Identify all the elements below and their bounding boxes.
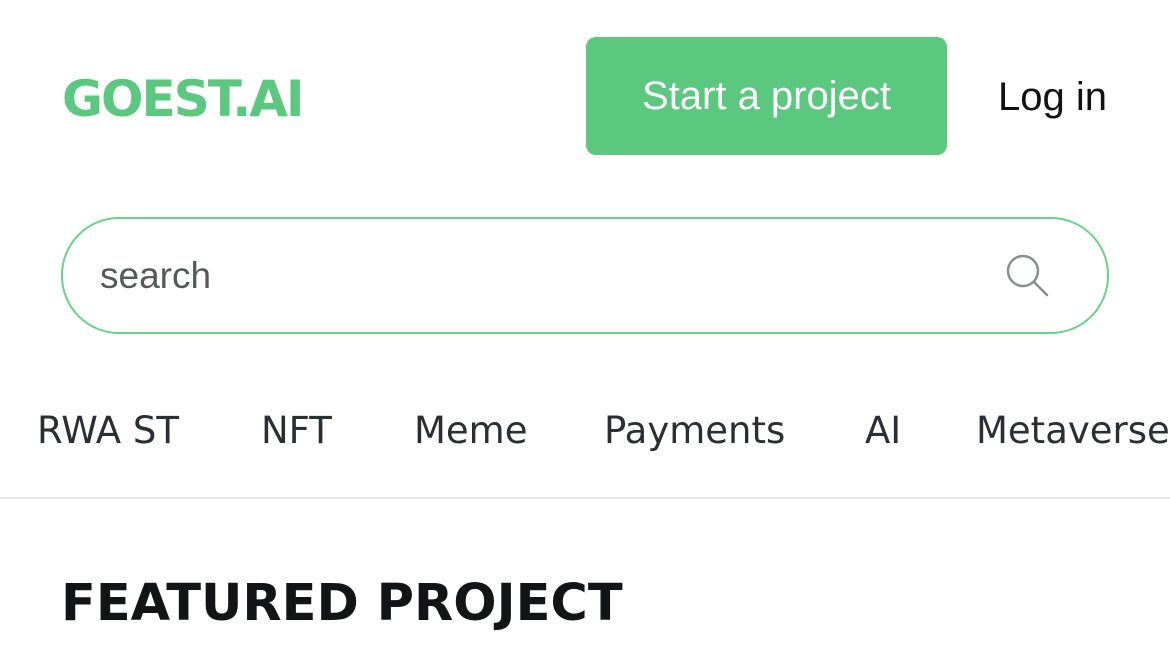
login-link[interactable]: Log in [998, 62, 1107, 132]
category-tab-metaverse[interactable]: Metaverse [976, 400, 1170, 462]
search-input[interactable] [100, 245, 1001, 306]
category-tab-payments[interactable]: Payments [604, 400, 785, 462]
category-tab-ai[interactable]: AI [865, 400, 901, 462]
divider [0, 497, 1170, 499]
logo[interactable]: GOEST.AI [62, 64, 305, 134]
search-bar [61, 217, 1109, 334]
search-icon[interactable] [1001, 249, 1055, 303]
category-tabs: RWA ST NFT Meme Payments AI Metaverse [0, 400, 1170, 462]
category-tab-rwa-st[interactable]: RWA ST [37, 400, 179, 462]
category-tab-meme[interactable]: Meme [414, 400, 528, 462]
section-title: FEATURED PROJECT [61, 574, 623, 633]
category-tab-nft[interactable]: NFT [261, 400, 332, 462]
start-project-button[interactable]: Start a project [586, 37, 947, 155]
